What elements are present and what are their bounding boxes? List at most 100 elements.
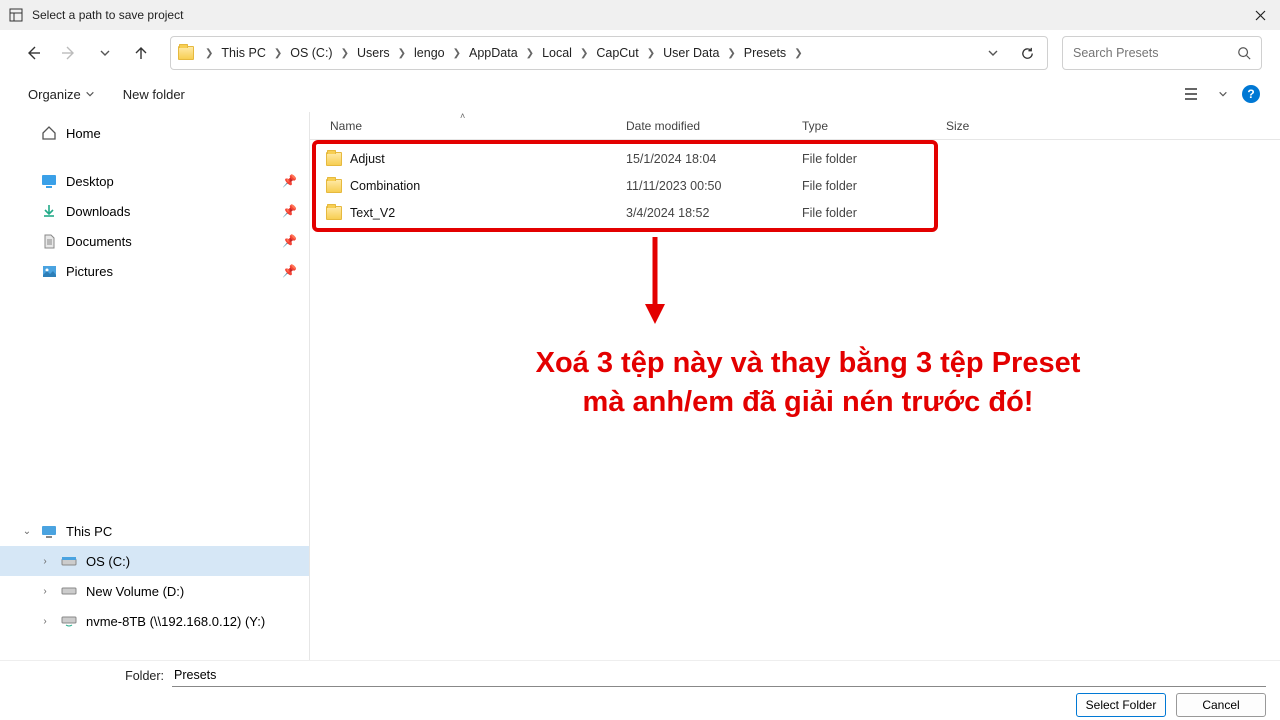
home-icon <box>40 125 58 141</box>
search-icon <box>1237 46 1251 60</box>
tree-item-home[interactable]: Home <box>0 118 309 148</box>
tree-item-this-pc[interactable]: ⌄ This PC <box>0 516 309 546</box>
file-type: File folder <box>792 206 936 220</box>
column-type[interactable]: Type <box>792 112 936 139</box>
tree-item-os-c[interactable]: › OS (C:) <box>0 546 309 576</box>
tree-item-pictures[interactable]: Pictures 📌 <box>0 256 309 286</box>
sort-asc-icon: ˄ <box>460 111 465 121</box>
tree-item-new-volume[interactable]: › New Volume (D:) <box>0 576 309 606</box>
file-type: File folder <box>792 152 936 166</box>
refresh-button[interactable] <box>1013 39 1041 67</box>
chevron-right-icon: ❯ <box>394 48 410 59</box>
window-title: Select a path to save project <box>32 8 1240 22</box>
chevron-right-icon: ❯ <box>270 48 286 59</box>
chevron-right-icon[interactable]: › <box>38 616 52 627</box>
select-folder-button[interactable]: Select Folder <box>1076 693 1166 717</box>
new-folder-button[interactable]: New folder <box>115 83 193 106</box>
column-label: Size <box>946 119 969 133</box>
drive-icon <box>60 586 78 596</box>
chevron-right-icon: ❯ <box>723 48 739 59</box>
tree-label: Home <box>66 126 101 141</box>
desktop-icon <box>40 174 58 188</box>
tree-label: nvme-8TB (\\192.168.0.12) (Y:) <box>86 614 265 629</box>
nav-row: ❯ This PC ❯ OS (C:) ❯ Users ❯ lengo ❯ Ap… <box>0 30 1280 76</box>
breadcrumb[interactable]: Users <box>355 44 392 62</box>
network-drive-icon <box>60 615 78 627</box>
title-bar: Select a path to save project <box>0 0 1280 30</box>
organize-label: Organize <box>28 87 81 102</box>
organize-menu[interactable]: Organize <box>20 83 103 106</box>
folder-field-label: Folder: <box>14 669 172 683</box>
window-close-button[interactable] <box>1240 0 1280 30</box>
view-dropdown-button[interactable] <box>1212 83 1234 105</box>
table-row[interactable]: Text_V2 3/4/2024 18:52 File folder <box>310 199 1280 226</box>
column-headers: Name ˄ Date modified Type Size <box>310 112 1280 140</box>
address-bar[interactable]: ❯ This PC ❯ OS (C:) ❯ Users ❯ lengo ❯ Ap… <box>170 36 1048 70</box>
annotation-line: mà anh/em đã giải nén trước đó! <box>583 386 1034 418</box>
nav-forward-button[interactable] <box>54 38 84 68</box>
file-name: Text_V2 <box>350 206 395 220</box>
nav-recent-dropdown[interactable] <box>90 38 120 68</box>
tree-item-nvme[interactable]: › nvme-8TB (\\192.168.0.12) (Y:) <box>0 606 309 636</box>
pin-icon: 📌 <box>282 264 297 278</box>
cancel-button[interactable]: Cancel <box>1176 693 1266 717</box>
table-row[interactable]: Adjust 15/1/2024 18:04 File folder <box>310 145 1280 172</box>
breadcrumb[interactable]: AppData <box>467 44 520 62</box>
tree-panel: Home Desktop 📌 Downloads 📌 Documents 📌 P… <box>0 112 310 660</box>
column-name[interactable]: Name ˄ <box>310 112 616 139</box>
toolbar: Organize New folder ? <box>0 76 1280 112</box>
chevron-right-icon[interactable]: › <box>38 586 52 597</box>
tree-label: Pictures <box>66 264 113 279</box>
breadcrumb[interactable]: Presets <box>742 44 788 62</box>
tree-item-documents[interactable]: Documents 📌 <box>0 226 309 256</box>
tree-label: Downloads <box>66 204 130 219</box>
folder-icon <box>326 152 342 166</box>
file-name: Adjust <box>350 152 385 166</box>
chevron-right-icon: ❯ <box>643 48 659 59</box>
tree-label: OS (C:) <box>86 554 130 569</box>
file-name: Combination <box>350 179 420 193</box>
file-date: 15/1/2024 18:04 <box>616 152 792 166</box>
table-row[interactable]: Combination 11/11/2023 00:50 File folder <box>310 172 1280 199</box>
chevron-down-icon <box>85 89 95 99</box>
view-mode-button[interactable] <box>1182 83 1204 105</box>
dialog-footer: Folder: Select Folder Cancel <box>0 660 1280 720</box>
drive-icon <box>60 556 78 567</box>
file-date: 11/11/2023 00:50 <box>616 179 792 193</box>
column-label: Type <box>802 119 828 133</box>
tree-label: Desktop <box>66 174 114 189</box>
breadcrumb[interactable]: OS (C:) <box>288 44 334 62</box>
chevron-right-icon[interactable]: › <box>38 556 52 567</box>
chevron-down-icon[interactable]: ⌄ <box>20 526 34 537</box>
column-size[interactable]: Size <box>936 112 1056 139</box>
tree-item-downloads[interactable]: Downloads 📌 <box>0 196 309 226</box>
nav-up-button[interactable] <box>126 38 156 68</box>
breadcrumb[interactable]: CapCut <box>594 44 640 62</box>
search-box[interactable] <box>1062 36 1262 70</box>
pin-icon: 📌 <box>282 174 297 188</box>
chevron-right-icon: ❯ <box>790 48 806 59</box>
annotation-arrow-icon <box>640 232 670 322</box>
chevron-right-icon: ❯ <box>449 48 465 59</box>
tree-label: New Volume (D:) <box>86 584 184 599</box>
address-dropdown-button[interactable] <box>979 39 1007 67</box>
column-date[interactable]: Date modified <box>616 112 792 139</box>
pictures-icon <box>40 265 58 278</box>
nav-back-button[interactable] <box>18 38 48 68</box>
help-icon[interactable]: ? <box>1242 85 1260 103</box>
pin-icon: 📌 <box>282 234 297 248</box>
breadcrumb[interactable]: lengo <box>412 44 447 62</box>
documents-icon <box>40 234 58 249</box>
breadcrumb[interactable]: Local <box>540 44 574 62</box>
folder-icon <box>326 179 342 193</box>
app-icon <box>8 7 24 23</box>
column-label: Date modified <box>626 119 700 133</box>
new-folder-label: New folder <box>123 87 185 102</box>
breadcrumb[interactable]: User Data <box>661 44 721 62</box>
breadcrumb[interactable]: This PC <box>219 44 267 62</box>
file-type: File folder <box>792 179 936 193</box>
pc-icon <box>40 525 58 538</box>
folder-name-input[interactable] <box>172 665 1266 687</box>
tree-item-desktop[interactable]: Desktop 📌 <box>0 166 309 196</box>
search-input[interactable] <box>1073 46 1237 60</box>
